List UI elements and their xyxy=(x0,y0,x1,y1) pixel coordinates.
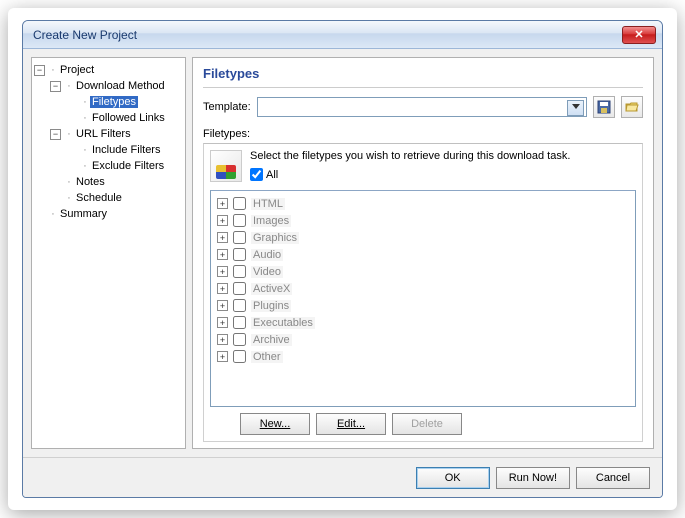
all-checkbox[interactable] xyxy=(250,168,263,181)
filetype-checkbox[interactable] xyxy=(233,316,246,329)
tree-label: Followed Links xyxy=(90,112,167,124)
filetype-checkbox[interactable] xyxy=(233,214,246,227)
collapse-icon[interactable] xyxy=(50,81,61,92)
filetype-label: Executables xyxy=(251,317,315,329)
filetype-item-archive[interactable]: Archive xyxy=(217,331,629,348)
filetypes-buttons: New... Edit... Delete xyxy=(210,413,636,435)
filetypes-label: Filetypes: xyxy=(203,128,643,140)
tree-label: Include Filters xyxy=(90,144,162,156)
filetype-item-executables[interactable]: Executables xyxy=(217,314,629,331)
filetype-item-images[interactable]: Images xyxy=(217,212,629,229)
tree-item-exclude-filters[interactable]: ·Exclude Filters xyxy=(34,158,183,174)
ok-button[interactable]: OK xyxy=(416,467,490,489)
filetype-checkbox[interactable] xyxy=(233,265,246,278)
filetype-checkbox[interactable] xyxy=(233,197,246,210)
tree-item-schedule[interactable]: ·Schedule xyxy=(34,190,183,206)
tree-label: Project xyxy=(58,64,96,76)
filetype-checkbox[interactable] xyxy=(233,248,246,261)
expand-icon[interactable] xyxy=(217,317,228,328)
collapse-icon[interactable] xyxy=(34,65,45,76)
expand-icon[interactable] xyxy=(217,249,228,260)
close-button[interactable]: ✕ xyxy=(622,26,656,44)
expand-icon[interactable] xyxy=(217,334,228,345)
expand-icon[interactable] xyxy=(217,266,228,277)
template-row: Template: xyxy=(203,96,643,118)
filetype-checkbox[interactable] xyxy=(233,231,246,244)
expand-icon[interactable] xyxy=(217,351,228,362)
cancel-button[interactable]: Cancel xyxy=(576,467,650,489)
dialog-footer: OK Run Now! Cancel xyxy=(23,457,662,497)
filetype-item-activex[interactable]: ActiveX xyxy=(217,280,629,297)
filetype-checkbox[interactable] xyxy=(233,282,246,295)
expand-icon[interactable] xyxy=(217,300,228,311)
filetype-label: Images xyxy=(251,215,291,227)
expand-icon[interactable] xyxy=(217,283,228,294)
template-label: Template: xyxy=(203,101,251,113)
disk-icon xyxy=(597,100,611,114)
filetype-item-audio[interactable]: Audio xyxy=(217,246,629,263)
main-panel: Filetypes Template: Filetypes: Select th… xyxy=(192,57,654,449)
windows-icon xyxy=(210,150,242,182)
filetype-label: Archive xyxy=(251,334,292,346)
tree-item-notes[interactable]: ·Notes xyxy=(34,174,183,190)
filetype-checkbox[interactable] xyxy=(233,350,246,363)
all-checkbox-row: All xyxy=(250,168,570,181)
dialog-body: ·Project·Download Method·Filetypes·Follo… xyxy=(23,49,662,457)
filetypes-desc-wrap: Select the filetypes you wish to retriev… xyxy=(250,150,570,182)
tree-label: Notes xyxy=(74,176,107,188)
tree-item-download-method[interactable]: ·Download Method xyxy=(34,78,183,94)
tree-label: Summary xyxy=(58,208,109,220)
filetype-label: HTML xyxy=(251,198,285,210)
filetype-label: Other xyxy=(251,351,283,363)
filetype-label: Graphics xyxy=(251,232,299,244)
save-template-button[interactable] xyxy=(593,96,615,118)
filetype-item-plugins[interactable]: Plugins xyxy=(217,297,629,314)
open-template-button[interactable] xyxy=(621,96,643,118)
filetype-item-graphics[interactable]: Graphics xyxy=(217,229,629,246)
tree-item-url-filters[interactable]: ·URL Filters xyxy=(34,126,183,142)
tree-item-followed-links[interactable]: ·Followed Links xyxy=(34,110,183,126)
collapse-icon[interactable] xyxy=(50,129,61,140)
run-now-button[interactable]: Run Now! xyxy=(496,467,570,489)
filetype-label: ActiveX xyxy=(251,283,292,295)
tree-label: Schedule xyxy=(74,192,124,204)
expand-icon[interactable] xyxy=(217,215,228,226)
expand-icon[interactable] xyxy=(217,198,228,209)
filetypes-tree[interactable]: HTML Images Graphics Audio Video ActiveX Plugi… xyxy=(210,190,636,407)
filetype-label: Plugins xyxy=(251,300,291,312)
filetype-item-video[interactable]: Video xyxy=(217,263,629,280)
folder-open-icon xyxy=(625,100,639,114)
template-combo[interactable] xyxy=(257,97,587,117)
tree-label: URL Filters xyxy=(74,128,133,140)
tree-item-include-filters[interactable]: ·Include Filters xyxy=(34,142,183,158)
section-heading: Filetypes xyxy=(203,64,643,88)
tree-label: Download Method xyxy=(74,80,167,92)
window-title: Create New Project xyxy=(33,28,622,42)
expand-icon[interactable] xyxy=(217,232,228,243)
filetype-item-other[interactable]: Other xyxy=(217,348,629,365)
filetype-checkbox[interactable] xyxy=(233,333,246,346)
filetype-label: Audio xyxy=(251,249,283,261)
all-label[interactable]: All xyxy=(266,169,278,181)
tree-label: Filetypes xyxy=(90,96,138,108)
dialog-window: Create New Project ✕ ·Project·Download M… xyxy=(22,20,663,498)
delete-button[interactable]: Delete xyxy=(392,413,462,435)
new-button[interactable]: New... xyxy=(240,413,310,435)
filetype-checkbox[interactable] xyxy=(233,299,246,312)
titlebar: Create New Project ✕ xyxy=(23,21,662,49)
tree-item-summary[interactable]: ·Summary xyxy=(34,206,183,222)
tree-label: Exclude Filters xyxy=(90,160,166,172)
tree-item-filetypes[interactable]: ·Filetypes xyxy=(34,94,183,110)
filetypes-group: Select the filetypes you wish to retriev… xyxy=(203,143,643,442)
edit-button[interactable]: Edit... xyxy=(316,413,386,435)
nav-tree[interactable]: ·Project·Download Method·Filetypes·Follo… xyxy=(31,57,186,449)
filetypes-description: Select the filetypes you wish to retriev… xyxy=(250,150,570,162)
tree-item-project[interactable]: ·Project xyxy=(34,62,183,78)
filetypes-header: Select the filetypes you wish to retriev… xyxy=(210,150,636,182)
filetype-item-html[interactable]: HTML xyxy=(217,195,629,212)
filetype-label: Video xyxy=(251,266,283,278)
